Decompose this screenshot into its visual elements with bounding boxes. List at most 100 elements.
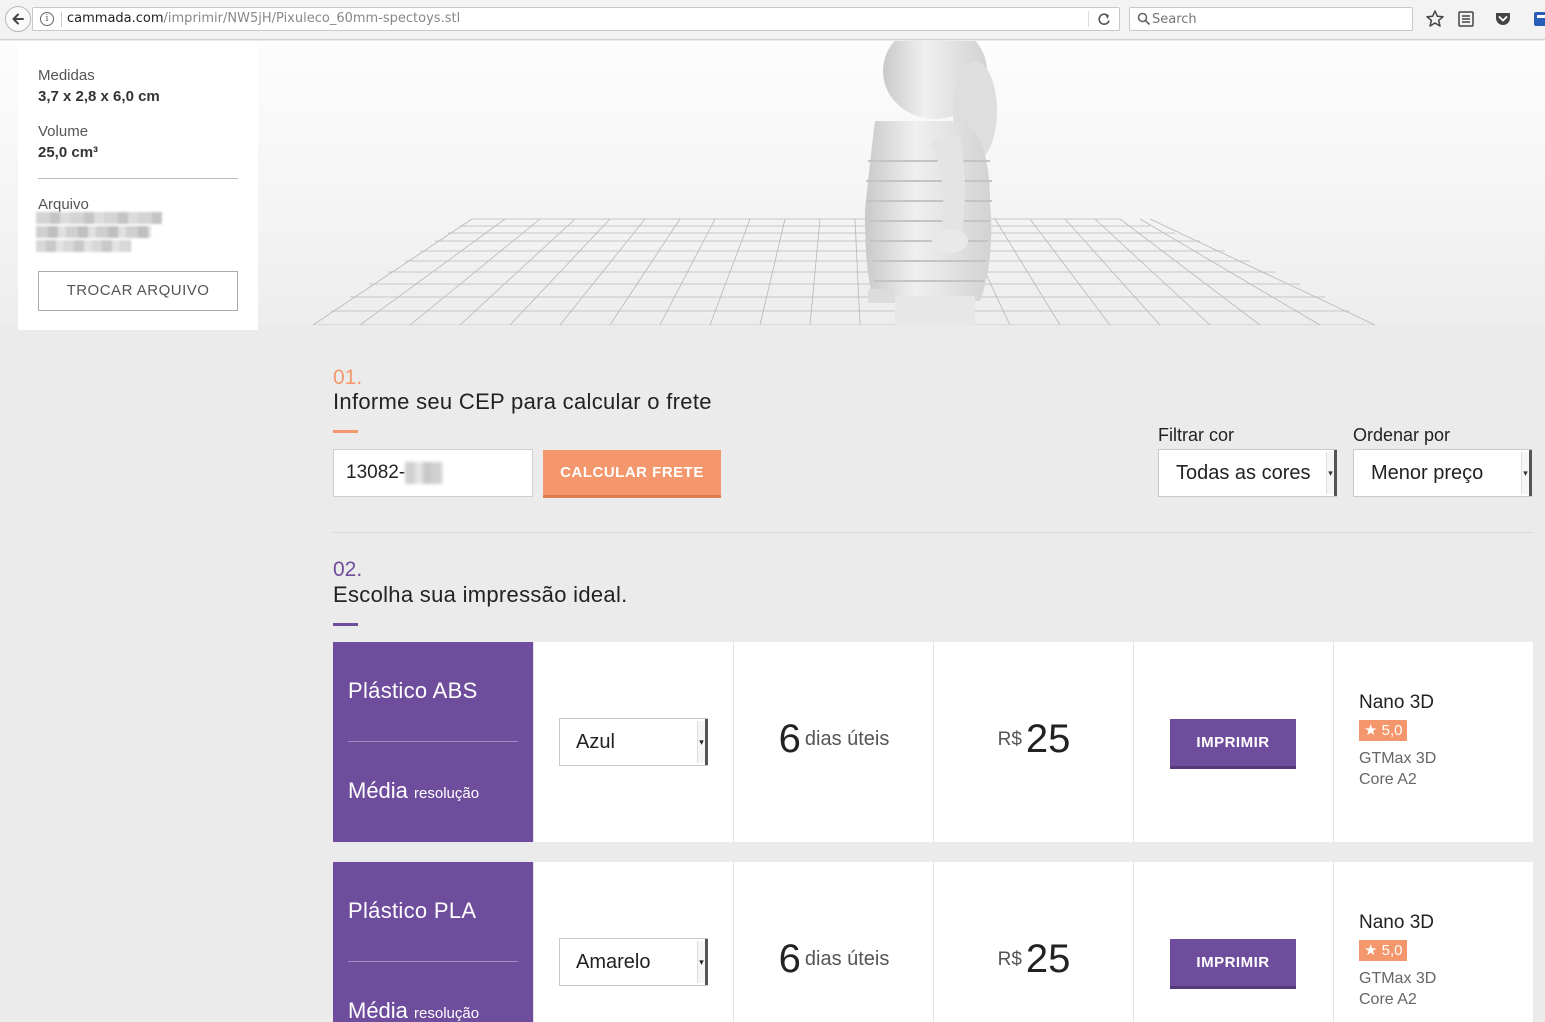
price-value: 25	[1025, 717, 1071, 761]
printer-model: Core A2	[1359, 771, 1417, 788]
resolution-suffix: resolução	[414, 1005, 480, 1022]
delivery-cell: 6 dias úteis	[733, 642, 933, 842]
chevron-down-icon: ▾	[697, 721, 705, 763]
price-cell: R$ 25	[933, 862, 1133, 1022]
select-edge	[1334, 450, 1337, 496]
url-path: /imprimir/NW5jH/Pixuleco_60mm-spectoys.s…	[163, 11, 461, 26]
resolution-value: Média	[348, 998, 408, 1022]
color-value: Azul	[576, 731, 615, 753]
chevron-down-icon: ▾	[1521, 452, 1529, 494]
star-icon[interactable]	[1425, 9, 1445, 29]
resolution: Média resolução	[348, 998, 479, 1022]
sort-value: Menor preço	[1371, 462, 1484, 484]
url-bar[interactable]: i cammada.com/imprimir/NW5jH/Pixuleco_60…	[32, 7, 1120, 31]
filter-color-label: Filtrar cor	[1158, 425, 1234, 445]
search-icon	[1137, 12, 1151, 26]
step-2-title: Escolha sua impressão ideal.	[333, 582, 628, 607]
step-2-number: 02.	[333, 558, 363, 581]
reading-list-icon[interactable]	[1456, 9, 1476, 29]
currency: R$	[997, 948, 1022, 970]
volume-label: Volume	[38, 123, 89, 140]
delivery-time: 6 dias úteis	[734, 717, 934, 762]
color-cell: Amarelo ▾	[533, 862, 733, 1022]
printer-name[interactable]: Nano 3D	[1359, 692, 1436, 714]
resolution-suffix: resolução	[414, 785, 480, 802]
cep-input[interactable]: 13082-	[333, 449, 533, 497]
printer-cell: Nano 3D ★ 5,0 GTMax 3D Core A2	[1333, 642, 1533, 842]
material-divider	[348, 741, 518, 742]
price: R$ 25	[934, 937, 1134, 982]
chevron-down-icon: ▾	[1326, 452, 1334, 494]
url-host: cammada.com	[67, 11, 164, 26]
search-input[interactable]	[1152, 10, 1402, 28]
cep-value: 13082-	[346, 462, 406, 483]
print-option-row: Plástico PLA Média resolução Amarelo ▾ 6…	[333, 862, 1533, 1022]
filename-redacted	[36, 212, 162, 224]
filename-redacted	[36, 226, 151, 238]
printer-info: Nano 3D ★ 5,0 GTMax 3D Core A2	[1359, 692, 1436, 790]
back-button[interactable]	[5, 6, 31, 32]
select-edge	[705, 719, 708, 765]
price-value: 25	[1025, 937, 1071, 981]
model-figure	[865, 41, 997, 325]
model-info-card: Medidas 3,7 x 2,8 x 6,0 cm Volume 25,0 c…	[18, 45, 258, 330]
currency: R$	[997, 728, 1022, 750]
filter-color-value: Todas as cores	[1176, 462, 1311, 484]
printer-model: Core A2	[1359, 991, 1417, 1008]
chevron-down-icon: ▾	[697, 941, 705, 983]
select-edge	[705, 939, 708, 985]
imprimir-button[interactable]: IMPRIMIR	[1170, 719, 1296, 769]
trocar-arquivo-button[interactable]: TROCAR ARQUIVO	[38, 271, 238, 311]
search-bar[interactable]	[1129, 7, 1413, 31]
medidas-label: Medidas	[38, 67, 95, 84]
material-name: Plástico ABS	[348, 678, 478, 703]
days-value: 6	[778, 717, 801, 761]
color-cell: Azul ▾	[533, 642, 733, 842]
material-cell: Plástico ABS Média resolução	[333, 642, 533, 842]
material-divider	[348, 961, 518, 962]
browser-toolbar: i cammada.com/imprimir/NW5jH/Pixuleco_60…	[0, 0, 1545, 40]
filter-color-select[interactable]: Todas as cores ▾	[1158, 449, 1337, 497]
section-divider	[333, 532, 1533, 533]
resolution: Média resolução	[348, 778, 479, 804]
color-select[interactable]: Azul ▾	[559, 718, 708, 766]
step-1-underline	[333, 430, 358, 433]
printer-model: GTMax 3D	[1359, 750, 1437, 767]
arrow-left-icon	[12, 13, 24, 25]
price: R$ 25	[934, 717, 1134, 762]
select-edge	[1529, 450, 1532, 496]
pocket-icon[interactable]	[1493, 9, 1513, 29]
url-text[interactable]: cammada.com/imprimir/NW5jH/Pixuleco_60mm…	[67, 8, 460, 30]
printer-name[interactable]: Nano 3D	[1359, 912, 1436, 934]
sort-select[interactable]: Menor preço ▾	[1353, 449, 1532, 497]
printer-cell: Nano 3D ★ 5,0 GTMax 3D Core A2	[1333, 862, 1533, 1022]
reload-divider	[1088, 11, 1089, 27]
color-value: Amarelo	[576, 951, 651, 973]
delivery-time: 6 dias úteis	[734, 937, 934, 982]
step-2-underline	[333, 623, 358, 626]
info-icon[interactable]: i	[40, 12, 54, 26]
material-cell: Plástico PLA Média resolução	[333, 862, 533, 1022]
step-1-title: Informe seu CEP para calcular o frete	[333, 389, 712, 414]
rating-badge: ★ 5,0	[1359, 720, 1408, 741]
color-select[interactable]: Amarelo ▾	[559, 938, 708, 986]
material-name: Plástico PLA	[348, 898, 477, 923]
step-1-number: 01.	[333, 366, 363, 389]
reload-icon[interactable]	[1097, 8, 1111, 37]
days-label: dias úteis	[804, 948, 890, 970]
printer-model: GTMax 3D	[1359, 970, 1437, 987]
imprimir-button[interactable]: IMPRIMIR	[1170, 939, 1296, 989]
delivery-cell: 6 dias úteis	[733, 862, 933, 1022]
grid-floor	[312, 218, 1376, 325]
action-cell: IMPRIMIR	[1133, 862, 1333, 1022]
calcular-frete-button[interactable]: CALCULAR FRETE	[543, 450, 721, 498]
price-cell: R$ 25	[933, 642, 1133, 842]
filename-redacted	[36, 240, 131, 252]
medidas-value: 3,7 x 2,8 x 6,0 cm	[38, 88, 160, 105]
extension-icon[interactable]	[1530, 9, 1545, 29]
cep-redacted	[405, 462, 443, 484]
url-divider	[61, 12, 62, 27]
resolution-value: Média	[348, 778, 408, 803]
days-value: 6	[778, 937, 801, 981]
info-divider	[38, 178, 238, 179]
